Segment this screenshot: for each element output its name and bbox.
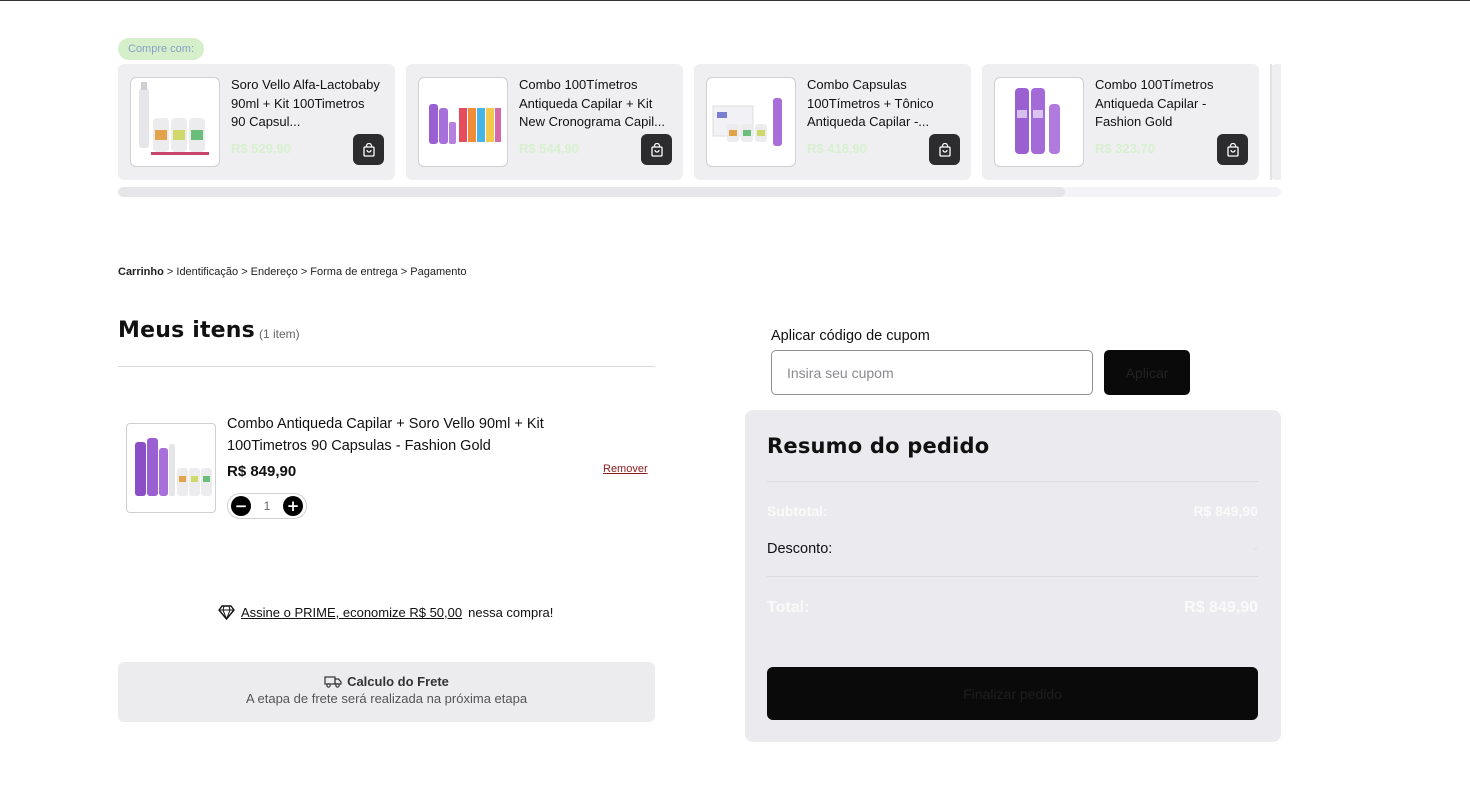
product-price: R$ 418,90 bbox=[807, 141, 867, 156]
product-title[interactable]: Combo 100Tímetros Antiqueda Capilar + Ki… bbox=[519, 76, 669, 132]
product-carousel: Soro Vello Alfa-Lactobaby 90ml + Kit 100… bbox=[118, 64, 1281, 180]
items-count: (1 item) bbox=[259, 327, 300, 341]
product-image bbox=[418, 77, 508, 167]
card-edge bbox=[1270, 64, 1272, 180]
product-card[interactable]: Combo Capsulas 100Tímetros + Tônico Anti… bbox=[694, 64, 971, 180]
plus-icon[interactable]: + bbox=[283, 496, 303, 516]
shopping-bag-icon bbox=[362, 142, 375, 157]
compre-com-label: Compre com: bbox=[118, 38, 205, 60]
shopping-bag-icon bbox=[650, 142, 663, 157]
cart-item-price: R$ 849,90 bbox=[227, 463, 297, 480]
coupon-label: Aplicar código de cupom bbox=[771, 328, 930, 344]
discount-value: - bbox=[1253, 541, 1258, 557]
shopping-bag-icon bbox=[1226, 142, 1239, 157]
prime-link[interactable]: Assine o PRIME, economize R$ 50,00 bbox=[241, 605, 462, 620]
total-row: Total: R$ 849,90 bbox=[767, 599, 1258, 617]
shipping-subtitle: A etapa de frete será realizada na próxi… bbox=[245, 691, 528, 706]
add-to-bag-button[interactable] bbox=[641, 134, 672, 165]
add-to-bag-button[interactable] bbox=[1217, 134, 1248, 165]
diamond-icon bbox=[218, 605, 235, 620]
product-price: R$ 529,90 bbox=[231, 141, 291, 156]
apply-coupon-button[interactable]: Aplicar bbox=[1104, 350, 1190, 395]
minus-icon[interactable]: − bbox=[231, 496, 251, 516]
product-card-partial[interactable] bbox=[1270, 64, 1281, 180]
discount-label: Desconto: bbox=[767, 541, 833, 557]
product-title[interactable]: Soro Vello Alfa-Lactobaby 90ml + Kit 100… bbox=[231, 76, 381, 132]
shipping-info-box: Calculo do Frete A etapa de frete será r… bbox=[118, 662, 655, 722]
product-card[interactable]: Combo 100Tímetros Antiqueda Capilar + Ki… bbox=[406, 64, 683, 180]
subtotal-row: Subtotal: R$ 849,90 bbox=[767, 503, 1258, 519]
divider bbox=[118, 366, 655, 367]
product-card[interactable]: Combo 100Tímetros Antiqueda Capilar - Fa… bbox=[982, 64, 1259, 180]
divider bbox=[767, 481, 1258, 482]
order-summary-title: Resumo do pedido bbox=[767, 434, 990, 458]
discount-row: Desconto: - bbox=[767, 541, 1258, 557]
product-price: R$ 323,70 bbox=[1095, 141, 1155, 156]
product-title[interactable]: Combo Capsulas 100Tímetros + Tônico Anti… bbox=[807, 76, 957, 132]
order-summary: Resumo do pedido Subtotal: R$ 849,90 Des… bbox=[745, 410, 1281, 742]
prime-offer: Assine o PRIME, economize R$ 50,00 nessa… bbox=[218, 605, 553, 620]
remove-item-link[interactable]: Remover bbox=[603, 463, 648, 475]
total-value: R$ 849,90 bbox=[1184, 599, 1258, 616]
shipping-title: Calculo do Frete bbox=[347, 674, 449, 689]
shopping-bag-icon bbox=[938, 142, 951, 157]
breadcrumb: Carrinho > Identificação > Endereço > Fo… bbox=[118, 266, 467, 278]
prime-suffix: nessa compra! bbox=[468, 605, 554, 620]
carousel-scrollbar-thumb[interactable] bbox=[118, 187, 1065, 197]
top-border bbox=[0, 0, 1470, 1]
truck-icon bbox=[324, 676, 342, 688]
product-title[interactable]: Combo 100Tímetros Antiqueda Capilar - Fa… bbox=[1095, 76, 1245, 132]
items-title: Meus itens bbox=[118, 318, 255, 343]
product-image bbox=[130, 77, 220, 167]
subtotal-label: Subtotal: bbox=[767, 503, 828, 519]
quantity-value[interactable]: 1 bbox=[264, 499, 271, 513]
divider bbox=[767, 576, 1258, 577]
product-image bbox=[706, 77, 796, 167]
total-label: Total: bbox=[767, 599, 810, 616]
add-to-bag-button[interactable] bbox=[929, 134, 960, 165]
carousel-scrollbar[interactable] bbox=[118, 187, 1281, 197]
breadcrumb-steps: > Identificação > Endereço > Forma de en… bbox=[166, 266, 467, 278]
subtotal-value: R$ 849,90 bbox=[1193, 503, 1258, 519]
product-image bbox=[994, 77, 1084, 167]
cart-item-image bbox=[126, 423, 216, 513]
quantity-stepper: − 1 + bbox=[227, 493, 307, 519]
product-price: R$ 544,90 bbox=[519, 141, 579, 156]
product-card[interactable]: Soro Vello Alfa-Lactobaby 90ml + Kit 100… bbox=[118, 64, 395, 180]
breadcrumb-current: Carrinho bbox=[118, 266, 164, 278]
coupon-input[interactable] bbox=[771, 350, 1093, 395]
cart-item-name[interactable]: Combo Antiqueda Capilar + Soro Vello 90m… bbox=[227, 413, 587, 457]
add-to-bag-button[interactable] bbox=[353, 134, 384, 165]
finalize-order-button[interactable]: Finalizar pedido bbox=[767, 667, 1258, 720]
